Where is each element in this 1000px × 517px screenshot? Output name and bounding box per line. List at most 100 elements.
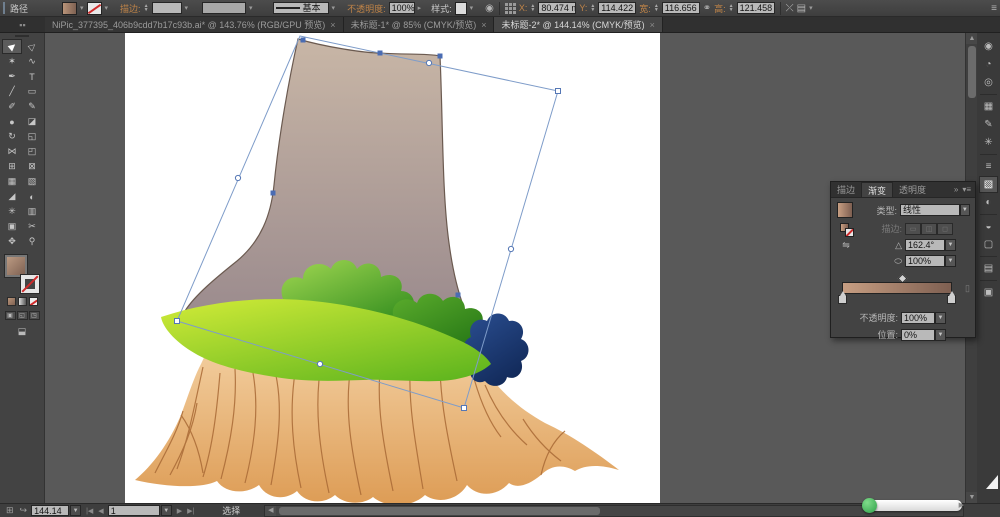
- tab-transparency[interactable]: 透明度: [893, 182, 932, 197]
- artboard[interactable]: [125, 33, 660, 503]
- y-field[interactable]: 114.422: [598, 2, 637, 14]
- floating-widget-expand-icon[interactable]: ▶: [959, 501, 964, 509]
- draw-inside-button[interactable]: ◳: [28, 311, 40, 320]
- width-field[interactable]: 116.656: [661, 2, 700, 14]
- none-button[interactable]: [28, 297, 38, 306]
- align-dropdown-icon[interactable]: ▾: [809, 4, 813, 12]
- scroll-left-icon[interactable]: ◀: [265, 505, 277, 516]
- swatches-panel-icon[interactable]: ▦: [979, 98, 998, 115]
- paintbrush-tool[interactable]: ✐: [2, 99, 22, 114]
- gradient-panel-icon[interactable]: ▧: [979, 176, 998, 193]
- mesh-tool[interactable]: ▦: [2, 174, 22, 189]
- stroke-weight-field[interactable]: [151, 2, 182, 14]
- x-field[interactable]: 80.474 mm: [538, 2, 577, 14]
- style-dropdown-icon[interactable]: ▾: [470, 4, 474, 12]
- gradient-fill-swatch[interactable]: [837, 202, 854, 218]
- width-tool[interactable]: ⋈: [2, 144, 22, 159]
- x-stepper[interactable]: ▲ ▼: [530, 4, 535, 13]
- stroke-link[interactable]: 描边:: [120, 2, 141, 15]
- close-icon[interactable]: ×: [650, 20, 655, 30]
- artboard-dropdown-icon[interactable]: ▼: [160, 505, 172, 516]
- color-panel-icon[interactable]: ◉: [979, 38, 998, 55]
- fill-dropdown-icon[interactable]: ▾: [80, 4, 84, 12]
- gradient-ramp[interactable]: [842, 282, 952, 294]
- y-stepper[interactable]: ▲ ▼: [590, 4, 595, 13]
- brush-dropdown-icon[interactable]: ▾: [332, 4, 336, 12]
- brushes-panel-icon[interactable]: ✎: [979, 116, 998, 133]
- document-tab-2[interactable]: 未标题-1* @ 85% (CMYK/预览) ×: [343, 17, 495, 32]
- type-tool[interactable]: T: [22, 69, 42, 84]
- appearance-panel-icon[interactable]: ◒: [979, 218, 998, 235]
- gradient-slider[interactable]: ▯: [838, 273, 970, 304]
- shear-icon[interactable]: ⤫: [786, 3, 794, 14]
- artboard-tool[interactable]: ▣: [2, 219, 22, 234]
- rotate-tool[interactable]: ↻: [2, 129, 22, 144]
- magic-wand-tool[interactable]: ✶: [2, 54, 22, 69]
- line-tool[interactable]: ╱: [2, 84, 22, 99]
- shape-builder-tool[interactable]: ⊞: [2, 159, 22, 174]
- zoom-level-field[interactable]: 144.14: [31, 505, 70, 516]
- panel-collapse-icon[interactable]: »: [954, 185, 958, 194]
- height-field[interactable]: 121.458: [736, 2, 775, 14]
- gradient-proxy-swatches[interactable]: [840, 222, 854, 237]
- opacity-link[interactable]: 不透明度:: [347, 2, 386, 15]
- stroke-weight-dropdown-icon[interactable]: ▾: [185, 4, 189, 12]
- blob-brush-tool[interactable]: ●: [2, 114, 22, 129]
- gradient-button[interactable]: [17, 297, 27, 306]
- draw-normal-button[interactable]: ▣: [4, 311, 16, 320]
- perspective-grid-tool[interactable]: ⊠: [22, 159, 42, 174]
- canvas-pasteboard[interactable]: [45, 33, 965, 503]
- aspect-ratio-field[interactable]: 100%: [905, 255, 945, 267]
- color-button[interactable]: [6, 297, 16, 306]
- export-icon[interactable]: ↪: [20, 505, 28, 516]
- vertical-scrollbar-thumb[interactable]: [968, 46, 976, 98]
- opacity-field[interactable]: 100%: [388, 2, 415, 14]
- eraser-tool[interactable]: ◪: [22, 114, 42, 129]
- direct-selection-tool[interactable]: ▷: [22, 39, 42, 54]
- eyedropper-tool[interactable]: ◢: [2, 189, 22, 204]
- first-artboard-icon[interactable]: |◀: [86, 507, 93, 515]
- stop-location-field[interactable]: 0%: [901, 328, 935, 341]
- column-graph-tool[interactable]: ▥: [22, 204, 42, 219]
- stroke-panel-icon[interactable]: ≡: [979, 158, 998, 175]
- fill-color-swatch[interactable]: [4, 254, 28, 278]
- gradient-tool[interactable]: ▧: [22, 174, 42, 189]
- style-swatch[interactable]: [454, 1, 467, 15]
- recolor-artwork-icon[interactable]: ◎: [979, 74, 998, 91]
- tab-gradient[interactable]: 渐变: [861, 182, 894, 197]
- draw-behind-button[interactable]: ◱: [16, 311, 28, 320]
- hand-tool[interactable]: ✥: [2, 234, 22, 249]
- stroke-swatch[interactable]: [86, 1, 102, 15]
- opacity-dropdown-icon[interactable]: ▸: [418, 4, 422, 12]
- stop-location-dropdown-icon[interactable]: ▼: [935, 328, 946, 341]
- selection-tool[interactable]: ▶: [2, 39, 22, 54]
- horizontal-scrollbar[interactable]: ◀: [264, 504, 964, 517]
- graphic-styles-panel-icon[interactable]: ▢: [979, 236, 998, 253]
- free-transform-tool[interactable]: ◰: [22, 144, 42, 159]
- symbols-panel-icon[interactable]: ✳: [979, 134, 998, 151]
- width-profile-field[interactable]: [202, 2, 247, 14]
- transparency-panel-icon[interactable]: ◐: [979, 194, 998, 211]
- rectangle-tool[interactable]: ▭: [22, 84, 42, 99]
- artboard-number-field[interactable]: 1: [107, 505, 160, 516]
- layers-panel-icon[interactable]: ▤: [979, 260, 998, 277]
- symbol-sprayer-tool[interactable]: ✳: [2, 204, 22, 219]
- constrain-proportions-icon[interactable]: ⚭: [703, 3, 711, 14]
- color-guide-panel-icon[interactable]: ◔: [979, 56, 998, 73]
- zoom-dropdown-icon[interactable]: ▼: [70, 505, 82, 516]
- aspect-dropdown-icon[interactable]: ▼: [945, 255, 956, 267]
- align-icon[interactable]: ▤: [797, 3, 806, 14]
- last-artboard-icon[interactable]: ▶|: [187, 507, 194, 515]
- angle-dropdown-icon[interactable]: ▼: [945, 239, 956, 251]
- brush-definition-field[interactable]: 基本: [272, 2, 329, 14]
- next-artboard-icon[interactable]: ▶: [177, 507, 182, 515]
- gradient-type-select[interactable]: 线性: [900, 204, 960, 216]
- stroke-color-swatch[interactable]: [20, 274, 40, 294]
- scale-tool[interactable]: ◱: [22, 129, 42, 144]
- canvas-rotation-icon[interactable]: ⊞: [6, 505, 14, 516]
- gradient-angle-field[interactable]: 162.4°: [905, 239, 945, 251]
- slice-tool[interactable]: ✂: [22, 219, 42, 234]
- gradient-stop-left[interactable]: [838, 291, 847, 304]
- fill-swatch[interactable]: [62, 1, 78, 15]
- recolor-artwork-icon[interactable]: ◉: [485, 3, 494, 14]
